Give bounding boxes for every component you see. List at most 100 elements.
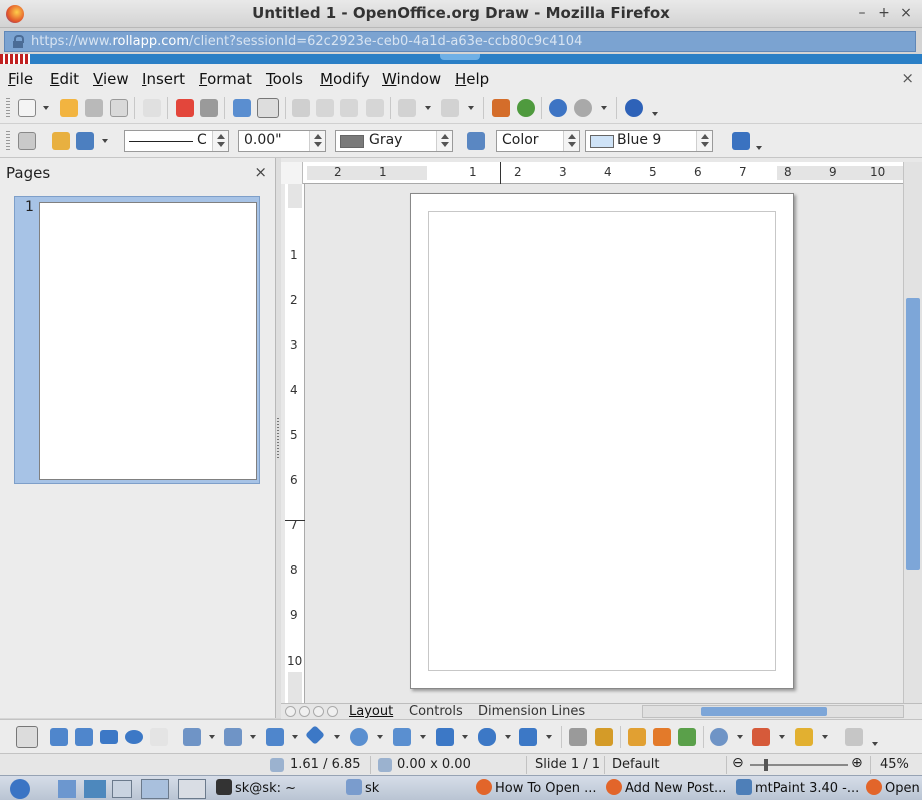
drawing-page[interactable] — [410, 193, 794, 689]
flowchart-dropdown[interactable] — [462, 735, 468, 739]
arrow-line-tool-icon[interactable] — [75, 728, 93, 746]
help-icon[interactable] — [625, 99, 643, 117]
styles-icon[interactable] — [18, 132, 36, 150]
menu-help[interactable]: Help — [455, 70, 489, 88]
zoom-out-button[interactable]: ⊖ — [732, 755, 744, 771]
horizontal-scrollbar[interactable] — [642, 705, 904, 718]
close-window-button[interactable]: × — [896, 3, 916, 23]
fontwork-icon[interactable] — [517, 99, 535, 117]
rotate-icon[interactable] — [710, 728, 728, 746]
rectangle-tool-icon[interactable] — [100, 730, 118, 744]
menu-file[interactable]: File — [8, 70, 33, 88]
clone-formatting-icon[interactable] — [366, 99, 384, 117]
redo-icon[interactable] — [441, 99, 459, 117]
from-file-icon[interactable] — [653, 728, 671, 746]
horizontal-ruler[interactable]: 2 1 1 2 3 4 5 6 7 8 9 10 — [281, 162, 903, 184]
flowchart-icon[interactable] — [436, 728, 454, 746]
edit-file-icon[interactable] — [143, 99, 161, 117]
maximize-button[interactable]: + — [874, 3, 894, 23]
curve-tool-icon[interactable] — [183, 728, 201, 746]
desktop-2-icon[interactable] — [178, 779, 206, 799]
area-fill-select[interactable]: Blue 9 — [585, 130, 713, 152]
line-tool-icon[interactable] — [50, 728, 68, 746]
vertical-scroll-thumb[interactable] — [906, 298, 920, 570]
ellipse-tool-icon[interactable] — [125, 730, 143, 744]
autospellcheck-icon[interactable] — [257, 98, 279, 118]
callouts-icon[interactable] — [478, 728, 496, 746]
tab-prev-button[interactable] — [299, 706, 310, 717]
ruler-origin[interactable] — [281, 162, 303, 184]
extrusion-icon[interactable] — [845, 728, 863, 746]
undo-icon[interactable] — [398, 99, 416, 117]
menu-tools[interactable]: Tools — [266, 70, 303, 88]
tab-next-button[interactable] — [313, 706, 324, 717]
menu-format[interactable]: Format — [199, 70, 252, 88]
taskbar-item-mtpaint[interactable]: mtPaint 3.40 -... — [736, 779, 859, 799]
menu-modify[interactable]: Modify — [320, 70, 370, 88]
url-field[interactable]: https://www.rollapp.com/client?sessionId… — [4, 31, 916, 52]
menu-view[interactable]: View — [93, 70, 129, 88]
zoom-level[interactable]: 45% — [880, 757, 909, 772]
close-document-button[interactable]: × — [901, 69, 914, 87]
zoom-icon[interactable] — [574, 99, 592, 117]
tab-layout[interactable]: Layout — [349, 704, 393, 719]
menu-insert[interactable]: Insert — [142, 70, 185, 88]
paste-icon[interactable] — [340, 99, 358, 117]
shadow-icon[interactable] — [732, 132, 750, 150]
callouts-dropdown[interactable] — [505, 735, 511, 739]
lines-arrows-icon[interactable] — [266, 728, 284, 746]
align-dropdown[interactable] — [779, 735, 785, 739]
taskbar-item-open[interactable]: Open — [866, 779, 920, 799]
line-style-spinner[interactable] — [212, 131, 228, 151]
line-width-spinner[interactable] — [309, 131, 325, 151]
area-fill-spinner[interactable] — [696, 131, 712, 151]
stars-icon[interactable] — [519, 728, 537, 746]
windows-icon[interactable] — [112, 780, 132, 798]
line-style-select[interactable]: C — [124, 130, 229, 152]
taskbar-item-firefox-2[interactable]: Add New Post... — [606, 779, 726, 799]
lines-arrows-dropdown[interactable] — [292, 735, 298, 739]
tab-last-button[interactable] — [327, 706, 338, 717]
basic-shapes-dropdown[interactable] — [334, 735, 340, 739]
pages-panel-close-button[interactable]: × — [254, 163, 267, 181]
taskbar-item-terminal[interactable]: sk@sk: ~ — [216, 779, 296, 799]
connector-dropdown[interactable] — [250, 735, 256, 739]
toolbar-overflow-arrow[interactable] — [756, 146, 762, 150]
arrange-icon[interactable] — [795, 728, 813, 746]
line-color-spinner[interactable] — [436, 131, 452, 151]
block-arrows-dropdown[interactable] — [420, 735, 426, 739]
symbol-shapes-icon[interactable] — [350, 728, 368, 746]
block-arrows-icon[interactable] — [393, 728, 411, 746]
menu-edit[interactable]: Edit — [50, 70, 79, 88]
select-pointer-icon[interactable] — [16, 726, 38, 748]
toolbar-grip[interactable] — [6, 98, 10, 118]
line-color-select[interactable]: Gray — [335, 130, 453, 152]
file-manager-icon[interactable] — [58, 780, 76, 798]
desktop-1-icon[interactable] — [141, 779, 169, 799]
area-style-spinner[interactable] — [563, 131, 579, 151]
basic-shapes-icon[interactable] — [305, 725, 325, 745]
align-icon[interactable] — [752, 728, 770, 746]
zoom-dropdown-arrow[interactable] — [601, 106, 607, 110]
points-icon[interactable] — [569, 728, 587, 746]
navigator-icon[interactable] — [549, 99, 567, 117]
zoom-in-button[interactable]: ⊕ — [851, 755, 863, 771]
effects-dropdown[interactable] — [737, 735, 743, 739]
tab-dimension-lines[interactable]: Dimension Lines — [478, 704, 585, 719]
taskbar-item-folder[interactable]: sk — [346, 779, 379, 799]
zoom-slider-handle[interactable] — [764, 759, 768, 771]
spellcheck-icon[interactable] — [233, 99, 251, 117]
page-thumbnail-item[interactable]: 1 — [14, 196, 260, 484]
gluepoints-icon[interactable] — [595, 728, 613, 746]
menu-window[interactable]: Window — [382, 70, 441, 88]
tab-controls[interactable]: Controls — [409, 704, 463, 719]
network-icon[interactable] — [84, 780, 106, 798]
export-pdf-icon[interactable] — [176, 99, 194, 117]
rollapp-panel-handle[interactable] — [440, 54, 480, 60]
area-style-select[interactable]: Color — [496, 130, 580, 152]
connector-tool-icon[interactable] — [224, 728, 242, 746]
vertical-scrollbar[interactable] — [903, 162, 922, 706]
cut-icon[interactable] — [292, 99, 310, 117]
save-icon[interactable] — [85, 99, 103, 117]
copy-icon[interactable] — [316, 99, 334, 117]
